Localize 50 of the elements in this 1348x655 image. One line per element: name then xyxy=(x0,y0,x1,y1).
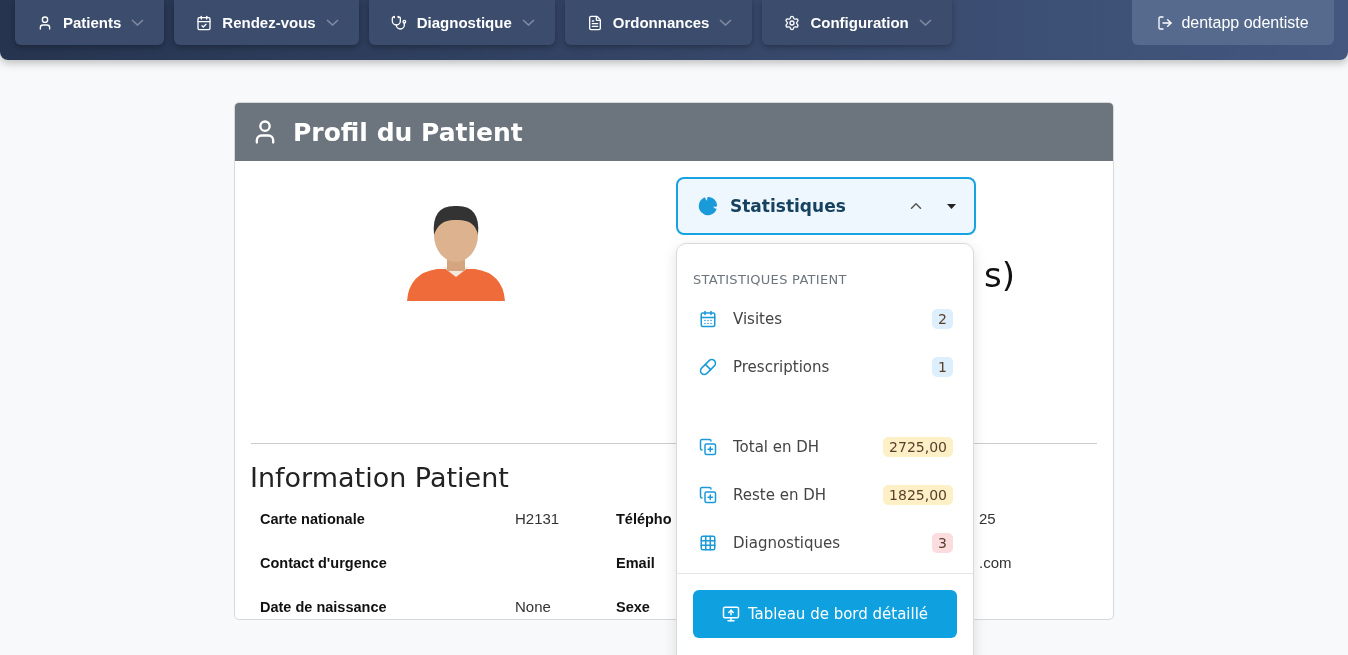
monitor-icon xyxy=(721,605,740,623)
field-value: H2131 xyxy=(515,510,560,527)
logout-button[interactable]: dentapp odentiste xyxy=(1132,0,1334,45)
logout-icon xyxy=(1157,14,1174,31)
nav-menu-button[interactable]: Rendez-vous xyxy=(174,0,359,45)
document-icon xyxy=(586,14,603,31)
chevron-down-icon xyxy=(719,19,733,26)
chevron-down-icon xyxy=(131,19,145,26)
count-badge: 2 xyxy=(932,309,953,329)
nav-menu-button[interactable]: Ordonnances xyxy=(564,0,753,45)
statistics-dropdown-button[interactable]: Statistiques xyxy=(676,177,976,235)
stethoscope-icon xyxy=(390,14,407,31)
menu-item[interactable]: Visites 2 xyxy=(677,295,973,343)
field-value: 25 xyxy=(979,510,996,527)
settings-icon xyxy=(784,14,801,31)
patient-name: s) xyxy=(984,255,1016,295)
field-value: None xyxy=(515,598,551,615)
menu-item[interactable]: Diagnostiques 3 xyxy=(677,519,973,567)
calendar-icon xyxy=(699,310,717,328)
grid-icon xyxy=(699,534,717,552)
copy-plus-icon xyxy=(699,438,717,456)
field-value: .com xyxy=(979,554,1012,571)
section-title: Information Patient xyxy=(250,462,510,493)
count-badge: 1 xyxy=(932,357,953,377)
count-badge: 1825,00 xyxy=(883,485,953,505)
nav-menu-button[interactable]: Configuration xyxy=(762,0,952,45)
nav-menu-button[interactable]: Diagnostique xyxy=(368,0,555,45)
chevron-down-icon xyxy=(325,19,339,26)
menu-item[interactable]: Reste en DH 1825,00 xyxy=(677,471,973,519)
chevron-down-icon xyxy=(521,19,535,26)
field-label: Date de naissance xyxy=(260,599,387,615)
nav-menu-button[interactable]: Patients xyxy=(15,0,165,45)
card-title: Profil du Patient xyxy=(293,117,523,147)
menu-item[interactable]: Total en DH 2725,00 xyxy=(677,423,973,471)
user-icon xyxy=(37,14,53,31)
calendar-icon xyxy=(196,14,213,31)
count-badge: 2725,00 xyxy=(883,437,953,457)
count-badge: 3 xyxy=(932,533,953,553)
field-label: Sexe xyxy=(616,599,650,615)
pill-icon xyxy=(699,358,717,376)
pie-chart-icon xyxy=(698,196,718,216)
copy-plus-icon xyxy=(699,486,717,504)
field-label: Email xyxy=(616,555,655,571)
menu-header: STATISTIQUES PATIENT xyxy=(692,271,848,287)
field-label: Contact d'urgence xyxy=(260,555,387,571)
field-label: Carte nationale xyxy=(260,511,365,527)
chevron-down-icon xyxy=(918,19,932,26)
caret-icon xyxy=(947,203,956,209)
field-label: Télépho xyxy=(616,511,672,527)
menu-item[interactable]: Prescriptions 1 xyxy=(677,343,973,391)
